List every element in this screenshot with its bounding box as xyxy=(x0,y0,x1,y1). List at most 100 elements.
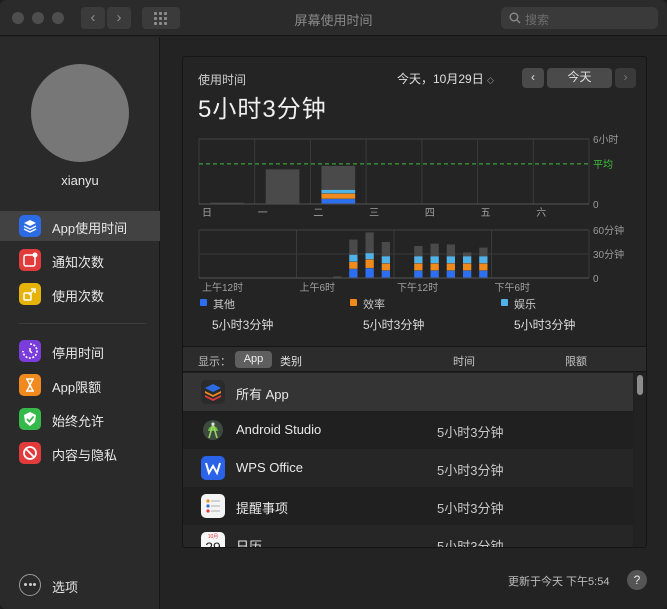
magnifier-icon xyxy=(509,12,521,24)
weekly-segment-效率 xyxy=(321,193,356,199)
weekly-segment-其他 xyxy=(321,199,356,204)
column-time[interactable]: 时间 xyxy=(453,353,475,369)
app-time: 5小时3分钟 xyxy=(437,425,504,440)
hourly-segment-效率 xyxy=(479,263,488,271)
hourly-segment-效率 xyxy=(463,263,472,271)
hourly-segment-娱乐 xyxy=(349,254,358,262)
hourly-segment-其他 xyxy=(463,270,472,278)
sidebar-item-label: 使用次数 xyxy=(52,289,105,304)
app-list: 所有 App Android Studio 5小时3分钟 WPS Office … xyxy=(183,373,646,548)
hourly-x-tick: 上午6时 xyxy=(300,281,336,294)
options-button[interactable]: 选项 xyxy=(52,577,78,596)
hourly-segment-效率 xyxy=(381,263,390,271)
search-field[interactable]: 搜索 xyxy=(501,7,658,29)
weekly-y-tick: 0 xyxy=(593,200,599,211)
app-name: 提醒事项 xyxy=(236,501,289,516)
android-studio-icon xyxy=(201,418,225,442)
hourly-segment-其他 xyxy=(381,270,390,278)
show-label: 显示： xyxy=(198,356,231,368)
average-label: 平均 xyxy=(593,159,613,171)
all-apps-stack-icon xyxy=(201,380,225,404)
hourly-x-tick: 下午12时 xyxy=(397,281,438,294)
sidebar-item-app-usage[interactable]: App使用时间 xyxy=(0,211,160,241)
weekly-x-tick: 六 xyxy=(536,207,546,219)
sidebar-item-label: App使用时间 xyxy=(52,221,128,236)
title-bar: ‹ › 屏幕使用时间 搜索 xyxy=(0,0,667,36)
hourly-segment-效率 xyxy=(349,262,358,269)
help-button[interactable]: ? xyxy=(627,570,647,590)
avatar[interactable] xyxy=(31,64,129,162)
hourly-segment-娱乐 xyxy=(414,256,423,264)
calendar-day: 29 xyxy=(205,539,221,548)
hourly-segment-其他 xyxy=(430,270,439,278)
sidebar-item-label: 停用时间 xyxy=(52,346,105,361)
hourly-segment-娱乐 xyxy=(430,256,439,264)
sidebar-item-label: 始终允许 xyxy=(52,414,105,429)
screen-time-window: ‹ › 屏幕使用时间 搜索 xianyu App使用时间 通知次数 使用次数 停… xyxy=(0,0,667,609)
scroll-thumb[interactable] xyxy=(637,375,643,395)
weekly-x-tick: 二 xyxy=(313,208,323,219)
ellipsis-icon[interactable] xyxy=(19,574,41,596)
hourly-segment-娱乐 xyxy=(381,256,390,264)
legend-value: 5小时3分钟 xyxy=(514,318,576,332)
hourly-segment-娱乐 xyxy=(463,256,472,264)
last-updated: 更新于今天 下午5:54 xyxy=(508,576,610,588)
app-name: 日历 xyxy=(236,539,263,548)
search-placeholder: 搜索 xyxy=(525,13,550,27)
table-header: 显示： App 类别 时间 限额 xyxy=(183,346,646,372)
calendar-icon: 10月 29 xyxy=(201,532,225,548)
weekly-x-tick: 三 xyxy=(369,208,379,219)
hourly-segment-娱乐 xyxy=(446,256,455,264)
sidebar-item-app-limits[interactable]: App限额 xyxy=(0,370,160,400)
app-time: 5小时3分钟 xyxy=(437,501,504,516)
hourly-x-tick: 下午6时 xyxy=(495,281,531,294)
hourly-y-tick: 60分钟 xyxy=(593,224,624,237)
sidebar-item-pickups[interactable]: 使用次数 xyxy=(0,279,160,309)
sidebar-item-label: 通知次数 xyxy=(52,255,105,270)
weekly-segment-娱乐 xyxy=(321,189,356,194)
table-row[interactable]: WPS Office 5小时3分钟 xyxy=(183,449,633,487)
hourglass-icon xyxy=(19,374,41,396)
username: xianyu xyxy=(61,173,99,188)
segment-category[interactable]: 类别 xyxy=(280,353,302,369)
checkmark-shield-icon xyxy=(19,408,41,430)
usage-charts: 6小时 0 平均日 一 二 三 四 五 六 60分钟 30分钟 0 上午12时 上午6时 下午12时 下午6时 xyxy=(198,134,624,294)
hourly-segment-娱乐 xyxy=(365,253,374,260)
segment-app[interactable]: App xyxy=(235,351,272,368)
weekly-x-tick: 一 xyxy=(258,208,268,219)
reminders-icon xyxy=(201,494,225,518)
scrollbar[interactable] xyxy=(634,373,646,547)
hourly-segment-娱乐 xyxy=(479,256,488,264)
table-row[interactable]: 所有 App xyxy=(183,373,633,411)
weekly-y-tick: 6小时 xyxy=(593,134,619,146)
notification-badge-icon xyxy=(19,249,41,271)
weekly-bar-日 xyxy=(210,202,244,204)
legend-swatch-entertainment xyxy=(501,299,508,306)
hourly-bar xyxy=(333,276,342,278)
table-row[interactable]: 10月 29 日历 5小时3分钟 xyxy=(183,525,633,548)
table-row[interactable]: 提醒事项 5小时3分钟 xyxy=(183,487,633,525)
pickup-icon xyxy=(19,283,41,305)
legend-value: 5小时3分钟 xyxy=(363,318,425,332)
usage-summary: 使用时间 5小时3分钟 今天，10月29日 ◇ ‹ 今天 › 6小时 0 平均日一二… xyxy=(183,57,646,346)
legend-name: 娱乐 xyxy=(514,299,536,311)
sidebar-item-always-allowed[interactable]: 始终允许 xyxy=(0,404,160,434)
app-name: WPS Office xyxy=(236,460,303,475)
legend-name: 效率 xyxy=(363,299,385,311)
hourly-segment-效率 xyxy=(365,259,374,268)
hourly-segment-效率 xyxy=(414,263,423,271)
weekly-x-tick: 五 xyxy=(481,208,491,219)
sidebar-divider xyxy=(18,323,146,324)
column-limit[interactable]: 限额 xyxy=(565,353,587,369)
hourly-segment-其他 xyxy=(349,269,358,278)
sidebar-item-content-privacy[interactable]: 内容与隐私 xyxy=(0,438,160,468)
sidebar-item-notifications[interactable]: 通知次数 xyxy=(0,245,160,275)
downtime-icon xyxy=(19,340,41,362)
sidebar-item-downtime[interactable]: 停用时间 xyxy=(0,336,160,366)
no-entry-icon xyxy=(19,442,41,464)
usage-panel: 使用时间 5小时3分钟 今天，10月29日 ◇ ‹ 今天 › 6小时 0 平均日一二… xyxy=(182,56,647,548)
layers-icon xyxy=(19,215,41,237)
hourly-segment-其他 xyxy=(414,270,423,278)
wps-office-icon xyxy=(201,456,225,480)
table-row[interactable]: Android Studio 5小时3分钟 xyxy=(183,411,633,449)
